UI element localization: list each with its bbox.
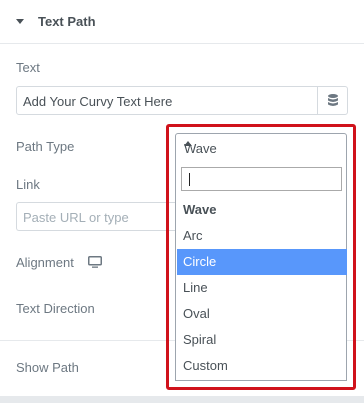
chevron-up-icon xyxy=(184,141,192,146)
database-icon xyxy=(328,94,338,106)
link-url-input[interactable]: Paste URL or type xyxy=(16,202,176,231)
text-label: Text xyxy=(16,60,40,75)
caret-down-icon xyxy=(16,19,24,24)
text-input-value: Add Your Curvy Text Here xyxy=(23,94,173,109)
desktop-icon[interactable] xyxy=(88,256,102,268)
path-type-label: Path Type xyxy=(16,139,75,154)
option-circle[interactable]: Circle xyxy=(177,249,347,275)
option-line[interactable]: Line xyxy=(177,275,347,301)
text-direction-label: Text Direction xyxy=(16,301,95,316)
section-header-text-path[interactable]: Text Path xyxy=(0,0,364,44)
dropdown-search-input[interactable] xyxy=(181,167,342,191)
bottom-separator xyxy=(0,396,364,403)
option-oval[interactable]: Oval xyxy=(177,301,347,327)
link-placeholder: Paste URL or type xyxy=(23,210,129,225)
option-arc[interactable]: Arc xyxy=(177,223,347,249)
option-spiral[interactable]: Spiral xyxy=(177,327,347,353)
dynamic-tags-button[interactable] xyxy=(317,86,348,115)
path-type-select[interactable]: Wave xyxy=(175,133,347,162)
section-title: Text Path xyxy=(38,14,96,29)
link-label: Link xyxy=(16,177,40,192)
alignment-label: Alignment xyxy=(16,255,74,270)
text-input[interactable]: Add Your Curvy Text Here xyxy=(16,86,318,115)
text-cursor xyxy=(189,173,190,186)
show-path-label: Show Path xyxy=(16,360,79,375)
option-wave[interactable]: Wave xyxy=(177,197,347,223)
path-type-dropdown: Wave Arc Circle Line Oval Spiral Custom xyxy=(175,161,347,381)
option-custom[interactable]: Custom xyxy=(177,353,347,379)
